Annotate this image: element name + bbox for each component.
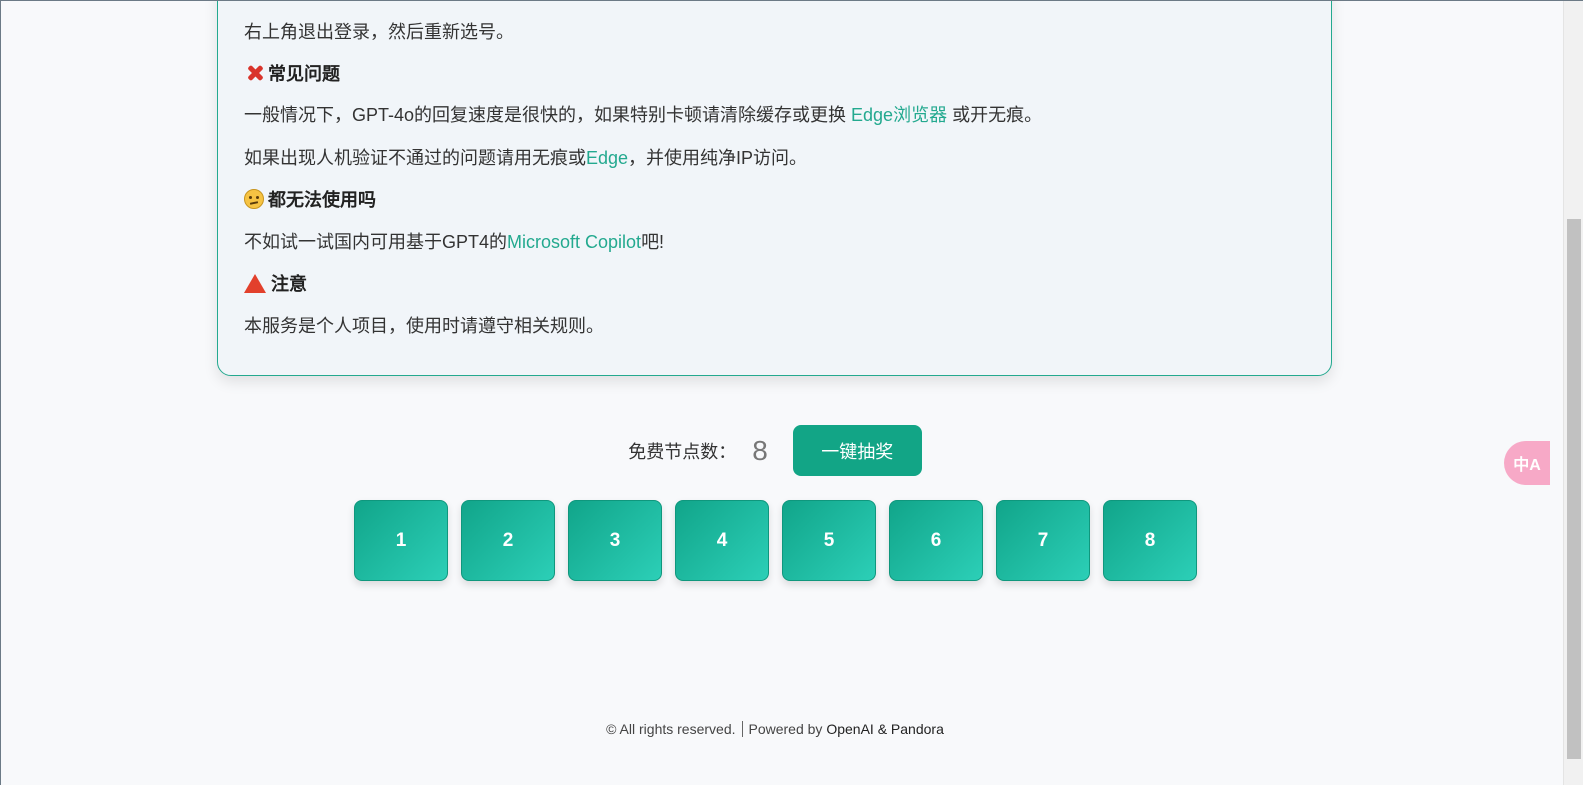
faq-line-1-suffix: 或开无痕。 (947, 105, 1043, 125)
node-tile-3[interactable]: 3 (568, 500, 662, 581)
vertical-scrollbar[interactable] (1563, 1, 1583, 785)
node-tile-6[interactable]: 6 (889, 500, 983, 581)
copyright-text: © All rights reserved. (606, 721, 736, 737)
node-tile-4[interactable]: 4 (675, 500, 769, 581)
warn-heading: 注意 (244, 270, 307, 296)
faq-line-2: 如果出现人机验证不通过的问题请用无痕或Edge，并使用纯净IP访问。 (244, 144, 807, 170)
faq-heading: 常见问题 (244, 60, 340, 86)
faq-line-1-text: 一般情况下，GPT-4o的回复速度是很快的，如果特别卡顿请清除缓存或更换 (244, 105, 852, 125)
alt-title: 都无法使用吗 (268, 190, 376, 210)
scrollbar-thumb[interactable] (1567, 219, 1581, 759)
alt-line-suffix: 吧! (641, 232, 665, 252)
warn-title: 注意 (271, 274, 307, 294)
faq-line-2-suffix: ，并使用纯净IP访问。 (628, 148, 808, 168)
node-tile-grid: 1 2 3 4 5 6 7 8 (354, 500, 1197, 581)
free-node-counter: 免费节点数： 8 一键抽奖 (1, 425, 1549, 476)
edge-link[interactable]: Edge (586, 148, 628, 168)
node-tile-2[interactable]: 2 (461, 500, 555, 581)
cross-mark-icon (244, 62, 266, 84)
page-viewport: 右上角退出登录，然后重新选号。 常见问题 一般情况下，GPT-4o的回复速度是很… (0, 0, 1583, 785)
alt-heading: 都无法使用吗 (244, 186, 376, 212)
page-footer: © All rights reserved. Powered by OpenAI … (1, 721, 1549, 737)
node-tile-1[interactable]: 1 (354, 500, 448, 581)
faq-title: 常见问题 (268, 64, 340, 84)
warning-triangle-icon (244, 273, 266, 293)
copilot-link[interactable]: Microsoft Copilot (507, 232, 641, 252)
alt-line: 不如试一试国内可用基于GPT4的Microsoft Copilot吧! (244, 228, 664, 254)
powered-by-brand: OpenAI & Pandora (826, 721, 944, 737)
alt-line-text: 不如试一试国内可用基于GPT4的 (244, 232, 508, 252)
faq-line-2-text: 如果出现人机验证不通过的问题请用无痕或 (244, 148, 586, 168)
node-tile-8[interactable]: 8 (1103, 500, 1197, 581)
translate-icon[interactable]: 中A (1504, 441, 1550, 485)
node-tile-7[interactable]: 7 (996, 500, 1090, 581)
free-node-count: 8 (752, 434, 768, 466)
logout-tip: 右上角退出登录，然后重新选号。 (244, 22, 514, 42)
warn-text: 本服务是个人项目，使用时请遵守相关规则。 (244, 316, 604, 336)
footer-divider (741, 721, 743, 737)
draw-lottery-button[interactable]: 一键抽奖 (792, 425, 922, 476)
thinking-face-icon (244, 189, 264, 209)
node-tile-5[interactable]: 5 (782, 500, 876, 581)
powered-by-text: Powered by (748, 721, 827, 737)
faq-line-1: 一般情况下，GPT-4o的回复速度是很快的，如果特别卡顿请清除缓存或更换 Edg… (244, 101, 1042, 127)
free-node-label: 免费节点数： (628, 441, 737, 462)
notice-card: 右上角退出登录，然后重新选号。 常见问题 一般情况下，GPT-4o的回复速度是很… (217, 1, 1332, 376)
edge-browser-link[interactable]: Edge浏览器 (851, 105, 947, 125)
